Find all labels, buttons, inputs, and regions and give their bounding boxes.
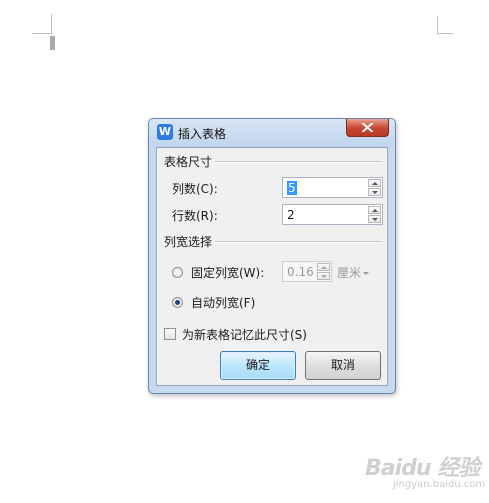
page-corner-mark-top-left <box>32 33 52 34</box>
watermark-url: jingyan.baidu.com <box>393 479 486 490</box>
fixed-width-stepper[interactable]: 0.16 <box>282 261 332 282</box>
close-button[interactable] <box>346 119 389 137</box>
column-width-heading: 列宽选择 <box>164 235 213 249</box>
columns-increment-button[interactable] <box>368 179 381 187</box>
text-cursor <box>50 36 55 50</box>
remember-size-label[interactable]: 为新表格记忆此尺寸(S) <box>182 326 307 343</box>
page-corner-mark-top-right <box>437 33 453 34</box>
fixed-width-decrement-button[interactable] <box>317 272 330 280</box>
wps-writer-icon: W <box>157 124 173 140</box>
columns-stepper-arrows <box>368 179 381 196</box>
table-size-divider <box>215 161 382 163</box>
ok-button[interactable]: 确定 <box>220 351 296 380</box>
unit-select-value: 厘米 <box>337 266 362 280</box>
dialog-title: 插入表格 <box>178 127 227 141</box>
fixed-width-stepper-arrows <box>317 263 330 280</box>
close-icon <box>362 123 373 132</box>
column-width-divider <box>215 241 382 243</box>
rows-label: 行数(R): <box>172 209 218 223</box>
columns-value[interactable]: 5 <box>287 181 297 195</box>
fixed-width-increment-button[interactable] <box>317 263 330 271</box>
rows-stepper-arrows <box>368 206 381 223</box>
dialog-titlebar[interactable]: W 插入表格 <box>149 119 395 147</box>
rows-decrement-button[interactable] <box>368 215 381 223</box>
cancel-button[interactable]: 取消 <box>305 351 381 380</box>
rows-stepper[interactable]: 2 <box>282 204 383 225</box>
columns-stepper[interactable]: 5 <box>282 177 383 198</box>
auto-width-radio[interactable] <box>172 297 183 308</box>
insert-table-dialog: W 插入表格 表格尺寸 列数(C): 5 行数(R): 2 列宽选择 固定列宽(… <box>148 118 396 394</box>
page-corner-mark-top-right-vertical <box>437 16 438 34</box>
remember-size-checkbox[interactable] <box>164 328 176 340</box>
rows-increment-button[interactable] <box>368 206 381 214</box>
baidu-jingyan-watermark: Baidu 经验 jingyan.baidu.com <box>365 450 485 496</box>
watermark-logo: Baidu 经验 <box>365 456 480 481</box>
page-corner-mark-top-left-vertical <box>51 14 52 34</box>
auto-width-label[interactable]: 自动列宽(F) <box>191 294 255 311</box>
columns-decrement-button[interactable] <box>368 188 381 196</box>
dialog-body: 表格尺寸 列数(C): 5 行数(R): 2 列宽选择 固定列宽(W): 0.1… <box>156 147 388 386</box>
chevron-down-icon <box>363 272 370 275</box>
unit-select[interactable]: 厘米 <box>337 264 370 281</box>
fixed-width-value[interactable]: 0.16 <box>287 265 314 279</box>
fixed-width-radio[interactable] <box>172 267 183 278</box>
fixed-width-label[interactable]: 固定列宽(W): <box>191 264 264 281</box>
rows-value[interactable]: 2 <box>287 208 295 222</box>
table-size-heading: 表格尺寸 <box>164 155 213 169</box>
columns-label: 列数(C): <box>172 182 218 196</box>
